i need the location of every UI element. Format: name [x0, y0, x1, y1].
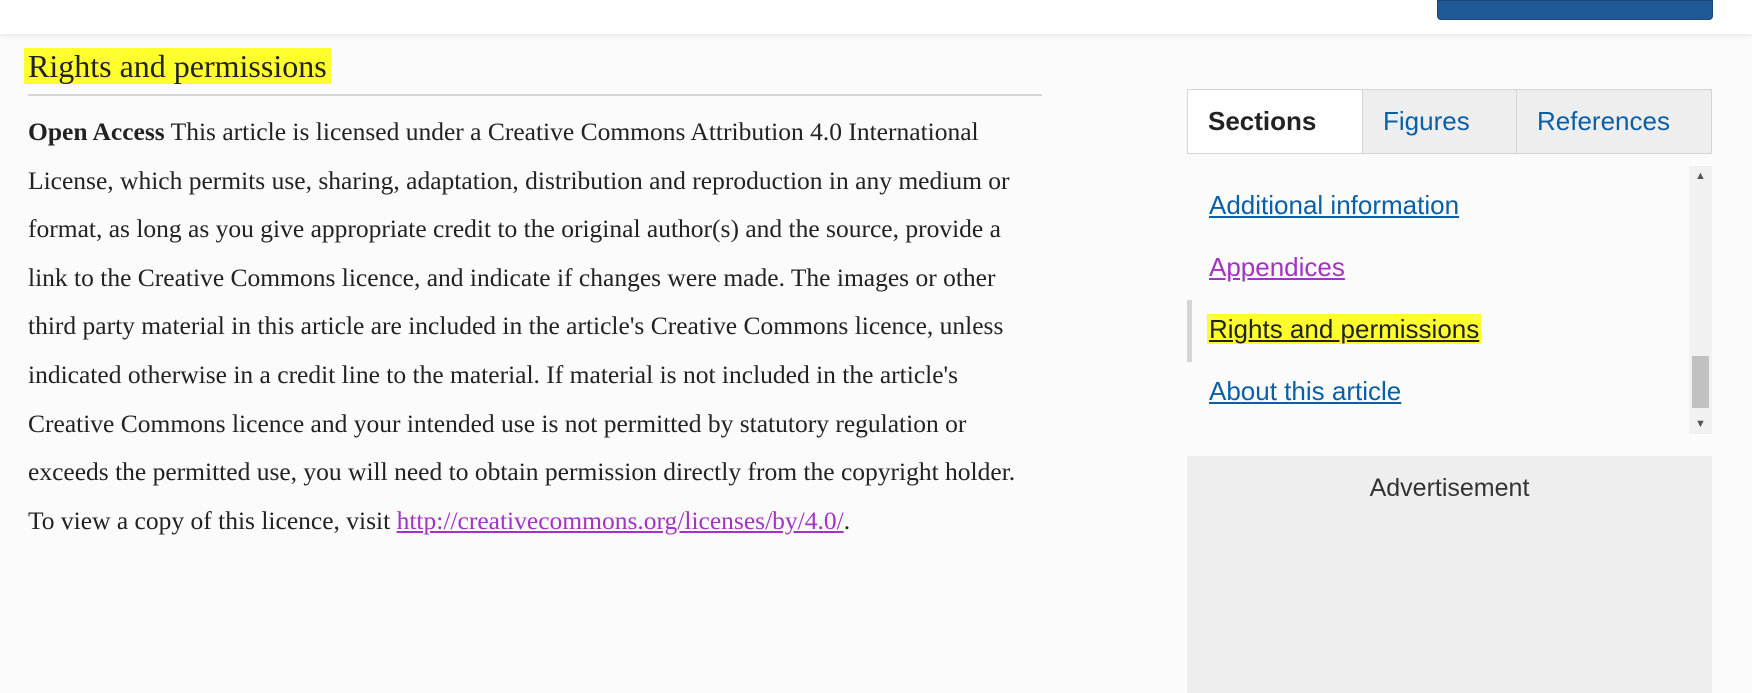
sections-nav-panel: Additional information Appendices Rights… [1187, 164, 1712, 434]
tab-references[interactable]: References [1516, 90, 1711, 153]
nav-item-rights-and-permissions[interactable]: Rights and permissions [1207, 314, 1482, 345]
top-header-bar [0, 0, 1752, 34]
sidebar-tabs: Sections Figures References [1187, 89, 1712, 154]
scroll-down-arrow-icon[interactable]: ▼ [1689, 414, 1712, 434]
nav-link-additional-information[interactable]: Additional information [1209, 190, 1459, 220]
nav-scrollbar[interactable]: ▲ ▼ [1689, 166, 1712, 434]
license-trailing: . [843, 505, 851, 535]
license-link[interactable]: http://creativecommons.org/licenses/by/4… [397, 506, 844, 535]
tab-sections[interactable]: Sections [1188, 90, 1362, 153]
header-action-button[interactable] [1437, 0, 1713, 20]
section-heading-text: Rights and permissions [24, 48, 331, 84]
section-heading: Rights and permissions [24, 44, 1042, 96]
advertisement-label: Advertisement [1369, 474, 1530, 502]
main-content: Rights and permissions Open Access This … [24, 44, 1042, 545]
nav-link-rights-and-permissions[interactable]: Rights and permissions [1207, 314, 1482, 344]
advertisement-box: Advertisement [1187, 456, 1712, 693]
scroll-thumb[interactable] [1692, 356, 1709, 408]
current-section-marker [1187, 300, 1192, 362]
nav-link-appendices[interactable]: Appendices [1209, 252, 1345, 282]
license-paragraph: Open Access This article is licensed und… [28, 108, 1042, 545]
scroll-up-arrow-icon[interactable]: ▲ [1689, 166, 1712, 186]
tab-figures[interactable]: Figures [1362, 90, 1516, 153]
license-text: This article is licensed under a Creativ… [28, 117, 1016, 535]
open-access-label: Open Access [28, 117, 165, 146]
nav-item-additional-information[interactable]: Additional information [1209, 190, 1459, 221]
nav-item-appendices[interactable]: Appendices [1209, 252, 1345, 283]
nav-item-about-this-article[interactable]: About this article [1209, 376, 1401, 407]
nav-link-about-this-article[interactable]: About this article [1209, 376, 1401, 406]
